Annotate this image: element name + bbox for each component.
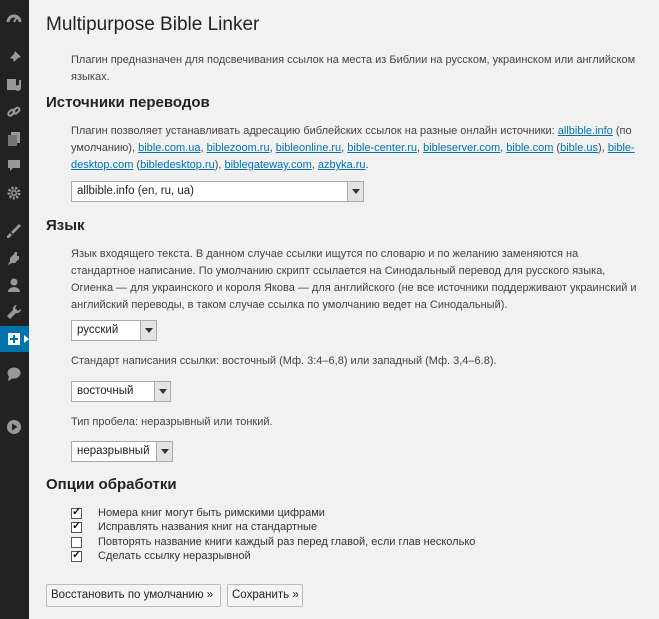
save-button[interactable]: Сохранить » [227, 584, 303, 607]
link-biblegateway-com[interactable]: biblegateway.com [225, 159, 312, 171]
option-repeat-book-name[interactable]: Повторять название книги каждый раз пере… [71, 535, 475, 549]
sources-description: Плагин позволяет устанавливать адресацию… [71, 125, 635, 171]
link-biblezoom-ru[interactable]: biblezoom.ru [207, 142, 270, 154]
appearance-icon[interactable] [5, 222, 23, 240]
play-icon[interactable] [5, 418, 23, 436]
checkbox[interactable]: ✓ [71, 519, 82, 533]
comments-icon[interactable] [5, 157, 23, 175]
chevron-down-icon [154, 382, 170, 401]
pages-icon[interactable] [5, 130, 23, 148]
chevron-down-icon [156, 442, 172, 461]
admin-sidebar [0, 0, 29, 619]
option-fix-book-names[interactable]: ✓ Исправлять названия книг на стандартны… [71, 520, 317, 534]
link-style-select-value: восточный [77, 385, 134, 397]
chevron-down-icon [347, 182, 363, 201]
checkmark-icon: ✓ [72, 519, 82, 532]
tools-icon[interactable] [5, 303, 23, 321]
language-heading: Язык [46, 217, 85, 234]
source-select-value: allbible.info (en, ru, ua) [77, 185, 194, 197]
space-type-select[interactable]: неразрывный [71, 441, 173, 462]
link-style-description: Стандарт написания ссылки: восточный (Мф… [71, 355, 497, 367]
language-description: Язык входящего текста. В данном случае с… [71, 248, 637, 311]
settings-gear-icon[interactable] [5, 184, 23, 202]
link-azbyka-ru[interactable]: azbyka.ru [318, 159, 366, 171]
checkbox[interactable] [71, 536, 82, 548]
pin-icon[interactable] [5, 49, 23, 67]
link-bibledesktop-ru[interactable]: bibledesktop.ru [140, 159, 215, 171]
page-title: Multipurpose Bible Linker [46, 14, 260, 35]
link-bibleserver-com[interactable]: bibleserver.com [423, 142, 500, 154]
language-select[interactable]: русский [71, 320, 157, 341]
links-icon[interactable] [5, 103, 23, 121]
checkmark-icon: ✓ [72, 505, 82, 518]
space-type-select-value: неразрывный [77, 445, 150, 457]
checkbox-label: Повторять название книги каждый раз пере… [98, 536, 476, 548]
source-select[interactable]: allbible.info (en, ru, ua) [71, 181, 364, 202]
dashboard-icon[interactable] [5, 10, 23, 28]
plugins-icon[interactable] [5, 249, 23, 267]
checkbox[interactable]: ✓ [71, 548, 82, 562]
sources-text: Плагин позволяет устанавливать адресацию… [71, 125, 558, 137]
link-bible-us[interactable]: bible.us [560, 142, 598, 154]
link-bibleonline-ru[interactable]: bibleonline.ru [276, 142, 341, 154]
link-bible-center-ru[interactable]: bible-center.ru [347, 142, 417, 154]
users-icon[interactable] [5, 276, 23, 294]
sidebar-active-arrow [24, 335, 29, 343]
link-allbible-info[interactable]: allbible.info [558, 125, 613, 137]
option-nonbreaking-link[interactable]: ✓ Сделать ссылку неразрывной [71, 549, 251, 563]
link-bible-com[interactable]: bible.com [506, 142, 553, 154]
checkbox-label: Сделать ссылку неразрывной [98, 550, 251, 562]
checkbox[interactable]: ✓ [71, 505, 82, 519]
checkmark-icon: ✓ [72, 548, 82, 561]
link-bible-com-ua[interactable]: bible.com.ua [138, 142, 200, 154]
media-icon[interactable] [5, 76, 23, 94]
bible-linker-icon[interactable] [5, 330, 23, 348]
reset-defaults-button[interactable]: Восстановить по умолчанию » [46, 584, 221, 607]
space-type-description: Тип пробела: неразрывный или тонкий. [71, 416, 273, 428]
speech-bubble-icon[interactable] [5, 365, 23, 383]
option-roman-numerals[interactable]: ✓ Номера книг могут быть римскими цифрам… [71, 506, 325, 520]
plugin-intro-text: Плагин предназначен для подсвечивания сс… [71, 54, 636, 83]
sources-heading: Источники переводов [46, 94, 210, 111]
language-select-value: русский [77, 324, 119, 336]
checkbox-label: Номера книг могут быть римскими цифрами [98, 507, 325, 519]
checkbox-label: Исправлять названия книг на стандартные [98, 521, 318, 533]
link-style-select[interactable]: восточный [71, 381, 171, 402]
chevron-down-icon [140, 321, 156, 340]
options-heading: Опции обработки [46, 476, 177, 493]
